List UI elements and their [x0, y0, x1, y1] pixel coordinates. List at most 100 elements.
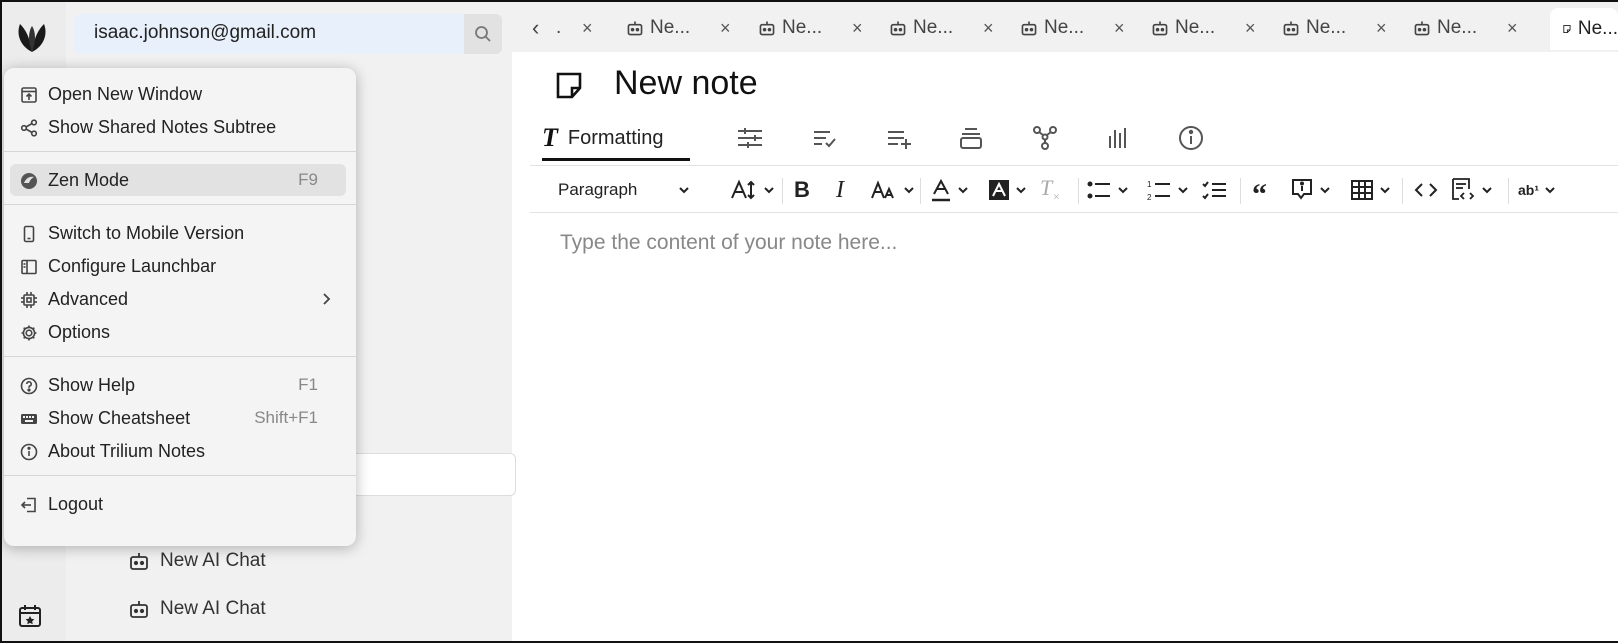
tab[interactable]: Ne... × [1282, 10, 1392, 46]
logout-icon [20, 497, 36, 513]
tab[interactable]: Ne... × [1020, 10, 1130, 46]
toolbar-separator [1402, 178, 1403, 204]
italic-button[interactable]: I [836, 174, 844, 206]
stack-icon [960, 128, 982, 149]
tree-selected-row[interactable] [350, 453, 516, 496]
ribbon-tab-similar-notes[interactable] [1106, 114, 1130, 162]
info-icon [20, 443, 38, 461]
tab-label: Ne... [1577, 18, 1618, 39]
chevron-down-icon [679, 187, 690, 194]
robot-icon [130, 553, 148, 570]
font-color-dropdown[interactable] [930, 174, 970, 206]
trilium-logo-icon[interactable] [10, 16, 54, 60]
remove-format-icon: T× [1040, 175, 1061, 204]
tab[interactable]: Ne... × [626, 10, 736, 46]
ribbon-tab-owned-attributes[interactable] [812, 114, 838, 162]
tab-close-icon[interactable]: × [1245, 18, 1256, 39]
menu-item-configure-launchbar[interactable]: Configure Launchbar [10, 250, 346, 282]
chevron-down-icon [1178, 187, 1188, 194]
tab-label: Ne... [1044, 17, 1085, 38]
ribbon-active-indicator [542, 158, 690, 161]
chevron-down-icon [764, 187, 774, 194]
admonition-dropdown[interactable] [1290, 174, 1332, 206]
menu-item-show-cheatsheet[interactable]: Show Cheatsheet Shift+F1 [10, 402, 346, 434]
tree-item[interactable]: New AI Chat [128, 550, 266, 572]
search-icon [475, 26, 491, 42]
ribbon-tab-note-paths[interactable] [958, 114, 984, 162]
bold-button[interactable]: B [794, 174, 810, 206]
font-case-icon [871, 180, 894, 199]
chevron-down-icon [1545, 187, 1555, 194]
inline-code-button[interactable] [1414, 174, 1438, 206]
ribbon-tab-formatting[interactable]: T Formatting [542, 114, 663, 162]
tab[interactable]: Ne... × [889, 10, 999, 46]
tab-close-icon[interactable]: × [1376, 18, 1387, 39]
ribbon-tab-inherited-attributes[interactable] [886, 114, 912, 162]
background-color-dropdown[interactable] [988, 174, 1028, 206]
tab-active[interactable]: Ne... [1550, 8, 1618, 50]
ribbon-tab-note-info[interactable] [1178, 114, 1204, 162]
table-dropdown[interactable] [1350, 174, 1392, 206]
ribbon-tab-note-map[interactable] [1032, 114, 1058, 162]
tab-label: Ne... [782, 17, 823, 38]
menu-item-show-shared-notes[interactable]: Show Shared Notes Subtree [10, 111, 346, 143]
menu-item-open-new-window[interactable]: Open New Window [10, 78, 346, 110]
ribbon-tab-properties[interactable] [736, 114, 764, 162]
tab-close-icon[interactable]: × [1507, 18, 1518, 39]
menu-item-zen-mode[interactable]: Zen Mode F9 [10, 164, 346, 196]
tab-close-icon[interactable]: × [582, 18, 593, 39]
menu-item-label: Switch to Mobile Version [48, 222, 245, 243]
chevron-down-icon [1380, 187, 1390, 194]
robot-icon [1283, 21, 1299, 36]
text-style-dropdown[interactable] [870, 174, 916, 206]
tab[interactable]: Ne... × [1413, 10, 1523, 46]
tab[interactable]: Ne... × [758, 10, 868, 46]
search-button[interactable] [464, 14, 502, 54]
tab-label: Ne... [913, 17, 954, 38]
numbered-list-dropdown[interactable]: 12 [1146, 174, 1190, 206]
menu-item-about[interactable]: About Trilium Notes [10, 435, 346, 467]
menu-item-switch-mobile[interactable]: Switch to Mobile Version [10, 217, 346, 249]
toolbar-separator [782, 178, 783, 204]
calendar-icon[interactable] [16, 602, 46, 632]
keyboard-icon [21, 414, 37, 424]
svg-text:1: 1 [1147, 180, 1152, 189]
note-title[interactable]: New note [614, 64, 758, 103]
special-characters-dropdown[interactable]: ab¹ [1518, 174, 1557, 206]
tab-close-icon[interactable]: × [720, 18, 731, 39]
todo-list-button[interactable] [1202, 174, 1228, 206]
tab-label: Ne... [1306, 17, 1347, 38]
note-icon[interactable] [554, 70, 586, 102]
menu-item-label: Configure Launchbar [48, 255, 217, 276]
graph-icon [1033, 126, 1057, 150]
menu-item-label: Options [48, 321, 111, 342]
block-quote-button[interactable]: “ [1252, 174, 1267, 210]
list-check-icon [814, 131, 836, 148]
bulleted-list-dropdown[interactable] [1086, 174, 1130, 206]
tab-close-icon[interactable]: × [983, 18, 994, 39]
remove-format-button[interactable]: T× [1040, 174, 1060, 206]
font-size-dropdown[interactable] [730, 174, 776, 206]
code-block-dropdown[interactable] [1450, 174, 1494, 206]
menu-separator [4, 356, 356, 357]
menu-item-options[interactable]: Options [10, 316, 346, 348]
menu-item-label: Advanced [48, 288, 129, 309]
global-menu: Open New Window Show Shared Notes Subtre… [4, 68, 356, 546]
tabs-scroll-left-button[interactable]: ‹ [532, 10, 539, 46]
gear-icon [21, 325, 37, 341]
tab-close-icon[interactable]: × [852, 18, 863, 39]
tree-item[interactable]: New AI Chat [128, 598, 266, 620]
tab-close-icon[interactable]: × [1114, 18, 1125, 39]
menu-item-logout[interactable]: Logout [10, 488, 346, 520]
chevron-down-icon [1118, 187, 1128, 194]
note-content-editor[interactable]: Type the content of your note here... [560, 231, 897, 255]
menu-item-shortcut: Shift+F1 [254, 408, 318, 427]
menu-item-show-help[interactable]: Show Help F1 [10, 369, 346, 401]
menu-item-advanced[interactable]: Advanced [10, 283, 346, 315]
tab[interactable]: Ne... × [1151, 10, 1261, 46]
font-color-icon [932, 178, 950, 202]
note-detail [530, 52, 1618, 641]
block-style-dropdown[interactable]: Paragraph [558, 174, 691, 206]
tree-item-label: New AI Chat [160, 598, 266, 619]
svg-text:2: 2 [1147, 193, 1152, 202]
